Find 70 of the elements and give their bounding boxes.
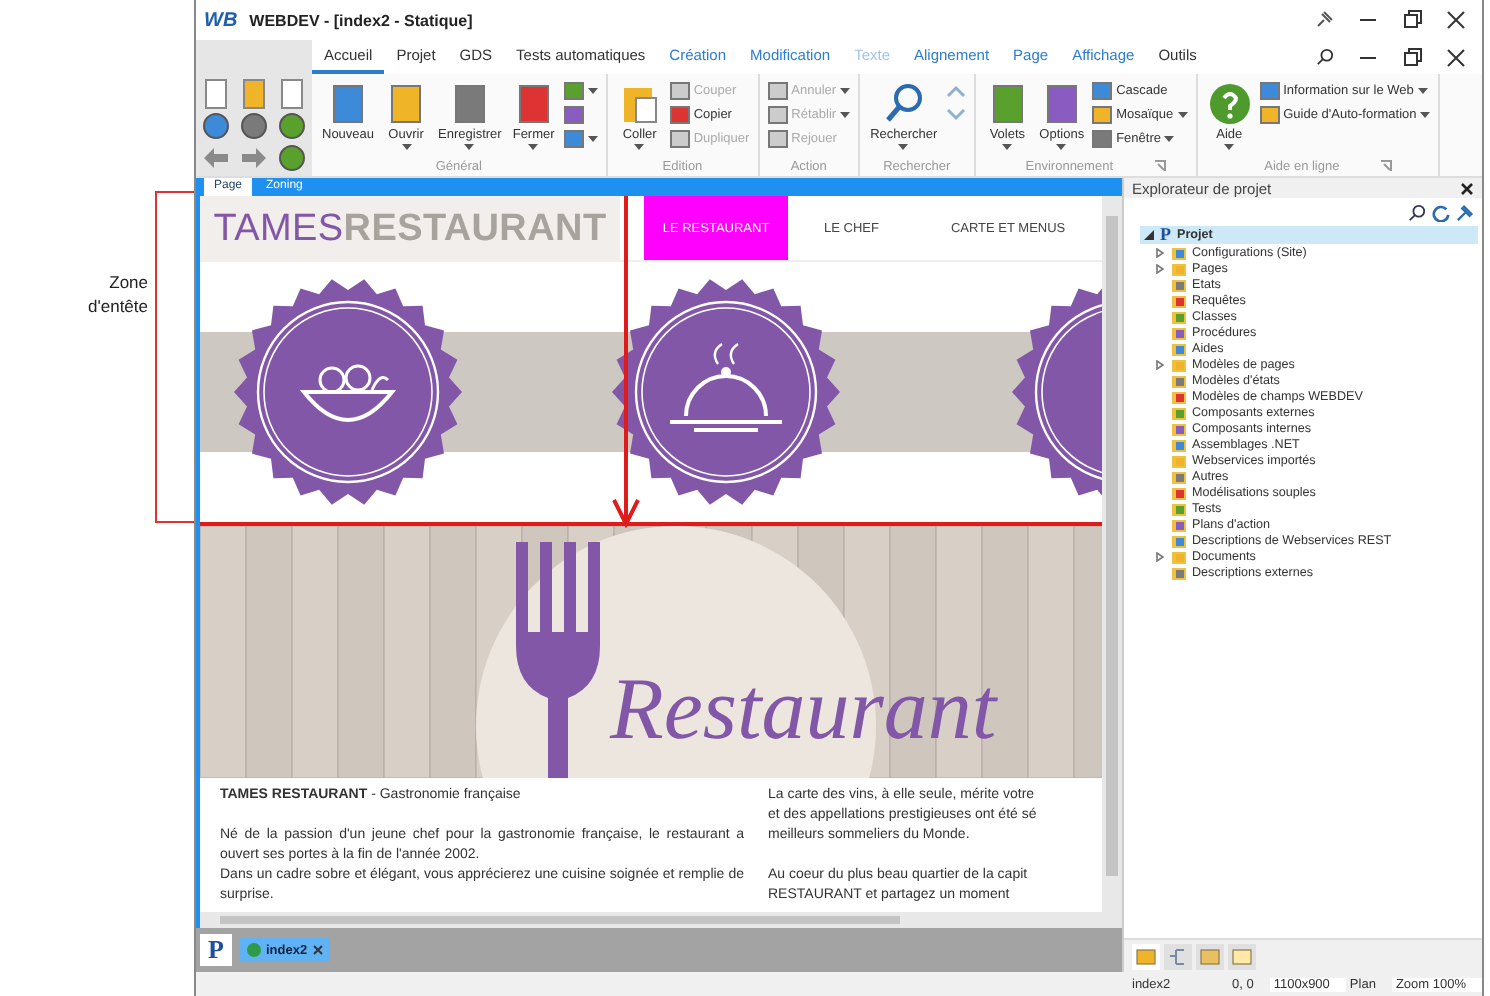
caret-icon bbox=[898, 144, 909, 150]
maximize-icon[interactable] bbox=[1402, 10, 1422, 30]
panel-tab[interactable] bbox=[1132, 943, 1160, 969]
diagram-icon bbox=[1168, 947, 1188, 965]
project-button[interactable]: P bbox=[200, 934, 232, 966]
ribbon-button[interactable] bbox=[563, 128, 598, 150]
pin-icon[interactable] bbox=[1314, 10, 1334, 30]
caret-icon bbox=[528, 144, 539, 150]
window-icon bbox=[1092, 82, 1113, 100]
window-title: WEBDEV - [index2 - Statique] bbox=[249, 11, 473, 29]
window-icon bbox=[563, 106, 584, 124]
close-icon[interactable] bbox=[1446, 47, 1466, 67]
vertical-scrollbar[interactable] bbox=[1102, 196, 1122, 912]
collapsed-icon[interactable] bbox=[1156, 551, 1164, 561]
window-icon bbox=[669, 130, 690, 148]
expanded-icon[interactable] bbox=[1144, 230, 1154, 240]
launcher-icon[interactable] bbox=[1153, 160, 1166, 172]
caret-icon bbox=[464, 144, 475, 150]
site-logo: TAMESRESTAURANT bbox=[200, 196, 620, 262]
caret-icon bbox=[840, 112, 851, 118]
caret-icon bbox=[1420, 112, 1431, 118]
hero-title: Restaurant bbox=[610, 660, 997, 758]
window-icon bbox=[767, 130, 788, 148]
window-icon bbox=[563, 130, 584, 148]
chevron-icon bbox=[945, 82, 966, 100]
window-icon bbox=[669, 106, 690, 124]
panel-tab[interactable] bbox=[1164, 943, 1192, 969]
caret-icon bbox=[1417, 88, 1428, 94]
page-icon bbox=[246, 942, 262, 958]
window-icon bbox=[1259, 106, 1280, 124]
window-icon bbox=[563, 82, 584, 100]
document-icon[interactable] bbox=[276, 78, 308, 110]
chevron-icon bbox=[945, 106, 966, 124]
caret-icon bbox=[1164, 136, 1175, 142]
ribbon-button[interactable] bbox=[563, 80, 598, 102]
help-icon bbox=[1207, 82, 1252, 126]
app-logo: WB bbox=[204, 9, 238, 31]
restore-icon[interactable] bbox=[1402, 47, 1422, 67]
search-icon bbox=[881, 82, 926, 126]
caret-icon bbox=[1177, 112, 1188, 118]
caret-icon bbox=[1002, 144, 1013, 150]
collapsed-icon[interactable] bbox=[1156, 247, 1164, 257]
close-icon[interactable] bbox=[1446, 10, 1466, 30]
folder-icon bbox=[1136, 947, 1156, 965]
search-icon[interactable] bbox=[1408, 203, 1426, 221]
caret-icon bbox=[634, 144, 645, 150]
collapsed-icon[interactable] bbox=[1156, 359, 1164, 369]
launcher-icon[interactable] bbox=[1379, 160, 1392, 172]
search-icon[interactable] bbox=[1316, 48, 1334, 66]
refresh-icon[interactable] bbox=[1432, 203, 1450, 221]
caret-icon bbox=[840, 88, 851, 94]
window-icon bbox=[1092, 130, 1113, 148]
caret-icon bbox=[587, 88, 598, 94]
horizontal-scrollbar[interactable] bbox=[200, 912, 1122, 928]
window-icon bbox=[669, 82, 690, 100]
window-icon bbox=[1092, 106, 1113, 124]
window-icon bbox=[767, 106, 788, 124]
caret-icon bbox=[1224, 144, 1235, 150]
document-icon[interactable] bbox=[238, 78, 270, 110]
caret-icon bbox=[1056, 144, 1067, 150]
forward-arrow-icon[interactable] bbox=[238, 142, 270, 174]
caret-icon bbox=[587, 136, 598, 142]
collapsed-icon[interactable] bbox=[1156, 263, 1164, 273]
annotation-label: Zone d'entête bbox=[86, 270, 148, 318]
caret-icon bbox=[401, 144, 412, 150]
pin-icon[interactable] bbox=[1456, 203, 1474, 221]
window-icon bbox=[1259, 82, 1280, 100]
document-icon[interactable] bbox=[200, 78, 232, 110]
close-icon[interactable] bbox=[1460, 181, 1474, 195]
window-icon bbox=[767, 82, 788, 100]
